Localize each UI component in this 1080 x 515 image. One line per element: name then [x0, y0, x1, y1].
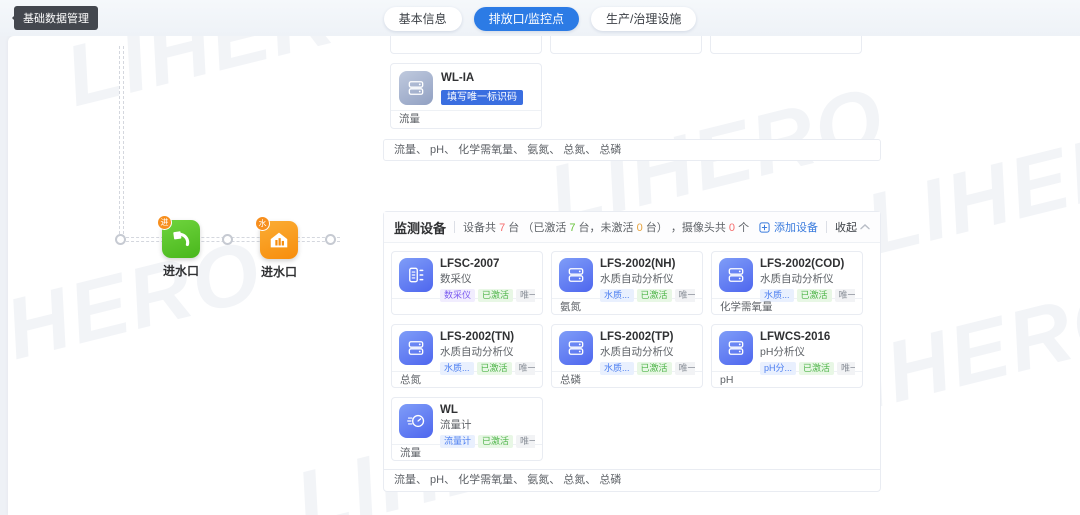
- add-device-label: 添加设备: [774, 219, 818, 235]
- unique-id-tag: 唯一标识码: [837, 362, 855, 375]
- stats-text: 个: [735, 222, 749, 234]
- device-category-tag: 流量计: [440, 435, 475, 448]
- watermark: LIHERO: [56, 36, 413, 127]
- divider: [826, 221, 827, 233]
- pipe-elbow-icon[interactable]: 进: [162, 220, 200, 258]
- chevron-up-icon: [860, 223, 870, 231]
- activated-tag: 已激活: [797, 289, 832, 302]
- device-category-tag: 水质...: [440, 362, 474, 375]
- device-card-lfwcs-2016[interactable]: LFWCS-2016 pH分析仪 pH分... 已激活 唯一标识码 pH: [711, 324, 863, 388]
- factor-summary-strip: 流量、 pH、 化学需氧量、 氨氮、 总氮、 总磷: [383, 139, 881, 161]
- stats-text: 台 （已激活: [505, 222, 569, 234]
- station-label: 进水口: [149, 262, 213, 279]
- activated-tag: 已激活: [478, 289, 513, 302]
- activated-tag: 已激活: [478, 435, 513, 448]
- activated-tag: 已激活: [799, 362, 834, 375]
- device-model: WL: [440, 404, 535, 416]
- device-card-wl-ia[interactable]: WL-IA 填写唯一标识码 流量: [390, 63, 542, 129]
- device-type: 水质自动分析仪: [600, 271, 695, 286]
- device-model: LFS-2002(COD): [760, 258, 855, 270]
- analyzer-icon: [719, 331, 753, 365]
- device-model: LFS-2002(TP): [600, 331, 695, 343]
- device-card-wl[interactable]: WL 流量计 流量计 已激活 唯一标识码 流量: [391, 397, 543, 461]
- diagram-canvas: LIHERO LIHERO LIHERO LIHERO LIHERO LIHER…: [8, 36, 1080, 515]
- unique-id-tag: 唯一标识码: [835, 289, 855, 302]
- plus-square-icon: [759, 222, 770, 233]
- panel-header: 监测设备 设备共 7 台 （已激活 7 台，未激活 0 台） ，摄像头共 0 个…: [384, 212, 880, 243]
- unique-id-tag: 唯一标识码: [516, 435, 535, 448]
- stats-text: 台，未激活: [576, 222, 637, 234]
- data-collector-icon: [399, 258, 433, 292]
- device-category-tag: 水质...: [600, 362, 634, 375]
- factor-summary-strip: 流量、 pH、 化学需氧量、 氨氮、 总氮、 总磷: [384, 469, 880, 492]
- device-category-tag: pH分...: [760, 362, 796, 375]
- flow-node[interactable]: [325, 234, 336, 245]
- watermark: LIHERO: [856, 96, 1080, 275]
- watermark: LIHERO: [8, 221, 273, 400]
- activated-tag: 已激活: [637, 362, 672, 375]
- device-model: LFS-2002(TN): [440, 331, 535, 343]
- add-device-button[interactable]: 添加设备: [759, 219, 818, 235]
- flow-node[interactable]: [222, 234, 233, 245]
- device-card-partial[interactable]: [390, 36, 542, 54]
- device-card-lfs-2002-cod[interactable]: LFS-2002(COD) 水质自动分析仪 水质... 已激活 唯一标识码 化学…: [711, 251, 863, 315]
- unique-id-tag: 唯一标识码: [516, 289, 535, 302]
- device-factor-label: 流量: [391, 110, 541, 128]
- device-model: LFS-2002(NH): [600, 258, 695, 270]
- station-inlet-orange[interactable]: 水 进水口: [247, 221, 311, 280]
- device-category-tag: 水质...: [600, 289, 634, 302]
- analyzer-icon: [559, 258, 593, 292]
- device-card-partial[interactable]: [710, 36, 862, 54]
- unique-id-tag: 唯一标识码: [675, 362, 695, 375]
- analyzer-icon: [399, 331, 433, 365]
- unique-id-tag: 唯一标识码: [675, 289, 695, 302]
- device-card-lfs-2002-tp[interactable]: LFS-2002(TP) 水质自动分析仪 水质... 已激活 唯一标识码 总磷: [551, 324, 703, 388]
- activated-tag: 已激活: [637, 289, 672, 302]
- device-model: LFSC-2007: [440, 258, 535, 270]
- device-card-lfsc-2007[interactable]: LFSC-2007 数采仪 数采仪 已激活 唯一标识码: [391, 251, 543, 315]
- activated-tag: 已激活: [477, 362, 512, 375]
- device-type: 数采仪: [440, 271, 535, 286]
- station-house-icon[interactable]: 水: [260, 221, 298, 259]
- flow-meter-icon: [399, 404, 433, 438]
- station-type-badge: 进: [157, 215, 172, 230]
- tab-bar: 基本信息 排放口/监控点 生产/治理设施: [0, 7, 1080, 31]
- device-card-grid: LFSC-2007 数采仪 数采仪 已激活 唯一标识码: [384, 243, 880, 469]
- analyzer-icon: [559, 331, 593, 365]
- tab-production-facility[interactable]: 生产/治理设施: [591, 7, 696, 31]
- analyzer-icon: [399, 71, 433, 105]
- device-type: 水质自动分析仪: [600, 344, 695, 359]
- device-card-partial[interactable]: [550, 36, 702, 54]
- divider: [454, 221, 455, 233]
- station-label: 进水口: [247, 263, 311, 280]
- flow-line-vertical: [119, 46, 124, 239]
- collapse-button[interactable]: 收起: [835, 219, 870, 235]
- device-card-lfs-2002-tn[interactable]: LFS-2002(TN) 水质自动分析仪 水质... 已激活 唯一标识码 总氮: [391, 324, 543, 388]
- device-type: 水质自动分析仪: [760, 271, 855, 286]
- stats-text: 台） ，摄像头共: [643, 222, 729, 234]
- top-toolbar: 基本信息 排放口/监控点 生产/治理设施: [0, 0, 1080, 36]
- device-type: 水质自动分析仪: [440, 344, 535, 359]
- device-stats: 设备共 7 台 （已激活 7 台，未激活 0 台） ，摄像头共 0 个: [463, 219, 749, 235]
- tab-outlet-monitoring[interactable]: 排放口/监控点: [474, 7, 579, 31]
- collapse-label: 收起: [835, 219, 857, 235]
- analyzer-icon: [719, 258, 753, 292]
- unique-id-tag: 唯一标识码: [515, 362, 535, 375]
- device-model: WL-IA: [441, 72, 523, 84]
- monitoring-devices-panel: 监测设备 设备共 7 台 （已激活 7 台，未激活 0 台） ，摄像头共 0 个…: [383, 211, 881, 492]
- device-card-lfs-2002-nh[interactable]: LFS-2002(NH) 水质自动分析仪 水质... 已激活 唯一标识码 氨氮: [551, 251, 703, 315]
- flow-node[interactable]: [115, 234, 126, 245]
- station-type-badge: 水: [255, 216, 270, 231]
- panel-title: 监测设备: [394, 218, 446, 237]
- device-category-tag: 数采仪: [440, 289, 475, 302]
- back-breadcrumb-badge[interactable]: 基础数据管理: [14, 6, 98, 30]
- device-model: LFWCS-2016: [760, 331, 855, 343]
- station-inlet-green[interactable]: 进 进水口: [149, 220, 213, 279]
- stats-text: 设备共: [463, 222, 499, 234]
- fill-unique-id-badge[interactable]: 填写唯一标识码: [441, 90, 523, 105]
- device-type: 流量计: [440, 417, 535, 432]
- device-type: pH分析仪: [760, 344, 855, 359]
- tab-basic-info[interactable]: 基本信息: [384, 7, 462, 31]
